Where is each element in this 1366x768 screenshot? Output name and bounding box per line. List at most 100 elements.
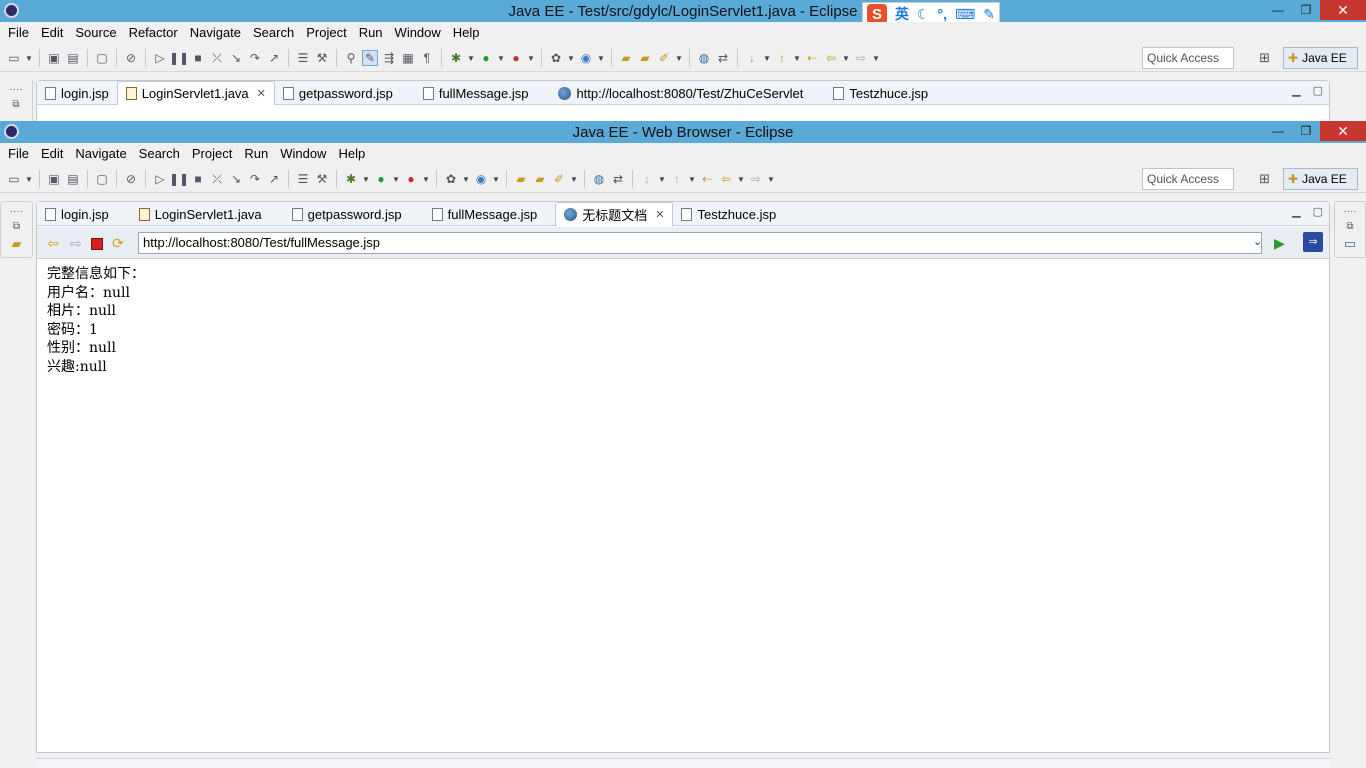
forward-icon[interactable]: ⇨ <box>853 50 869 66</box>
stop-icon[interactable] <box>91 237 103 250</box>
run-icon[interactable]: ● <box>478 50 494 66</box>
forward-icon[interactable]: ⇨ <box>748 171 764 187</box>
suspend-icon[interactable]: ❚❚ <box>169 50 189 66</box>
dropdown-icon[interactable]: ▼ <box>793 54 801 63</box>
step-return-icon[interactable]: ↗ <box>266 50 282 66</box>
menu-window[interactable]: Window <box>274 146 332 161</box>
resume-icon[interactable]: ▷ <box>152 50 168 66</box>
back-icon[interactable]: ⇦ <box>718 171 734 187</box>
tab-fullmessage-jsp[interactable]: fullMessage.jsp <box>415 81 537 105</box>
skip-breakpoints-icon[interactable]: ⊘ <box>123 171 139 187</box>
drag-handle-icon[interactable]: ···· <box>1335 206 1365 217</box>
last-edit-icon[interactable]: ⇠ <box>804 50 820 66</box>
prev-annotation-icon[interactable]: ↑ <box>669 171 685 187</box>
refresh-icon[interactable]: ⟳ <box>110 235 126 252</box>
terminate-icon[interactable]: ■ <box>190 50 206 66</box>
minimize-icon[interactable]: ▁ <box>1292 84 1300 97</box>
menu-window[interactable]: Window <box>389 25 447 40</box>
tab-login-jsp[interactable]: login.jsp <box>37 81 117 105</box>
prev-annotation-icon[interactable]: ↑ <box>774 50 790 66</box>
maximize-icon[interactable]: ▢ <box>1313 84 1323 97</box>
dropdown-icon[interactable]: ▼ <box>362 175 370 184</box>
dropdown-icon[interactable]: ▼ <box>527 54 535 63</box>
step-over-icon[interactable]: ↷ <box>247 50 263 66</box>
drag-handle-icon[interactable]: ···· <box>1 206 32 217</box>
url-input[interactable]: http://localhost:8080/Test/fullMessage.j… <box>138 232 1262 254</box>
back-arrow-icon[interactable]: ⇦ <box>45 235 61 252</box>
suspend-icon[interactable]: ❚❚ <box>169 171 189 187</box>
resume-icon[interactable]: ▷ <box>152 171 168 187</box>
skip-breakpoints-icon[interactable]: ⊘ <box>123 50 139 66</box>
menu-project[interactable]: Project <box>300 25 352 40</box>
next-annotation-icon[interactable]: ↓ <box>744 50 760 66</box>
restore-icon[interactable]: ⧉ <box>1 221 32 232</box>
dropdown-icon[interactable]: ▼ <box>570 175 578 184</box>
save-all-icon[interactable]: ▤ <box>65 171 81 187</box>
mark-occurrences-icon[interactable]: ⇶ <box>381 50 397 66</box>
menu-search[interactable]: Search <box>133 146 186 161</box>
menu-run[interactable]: Run <box>238 146 274 161</box>
perspective-java-ee[interactable]: ✚ Java EE <box>1283 47 1358 69</box>
tab-getpassword-jsp[interactable]: getpassword.jsp <box>275 81 401 105</box>
globe-icon[interactable]: ◍ <box>696 50 712 66</box>
tab-untitled-document[interactable]: 无标题文档 ✕ <box>555 202 674 226</box>
debug-icon[interactable]: ✱ <box>343 171 359 187</box>
dropdown-icon[interactable]: ▼ <box>688 175 696 184</box>
dropdown-icon[interactable]: ▼ <box>25 54 33 63</box>
step-into-icon[interactable]: ↘ <box>228 171 244 187</box>
dropdown-icon[interactable]: ▼ <box>597 54 605 63</box>
tab-fullmessage-jsp[interactable]: fullMessage.jsp <box>424 202 546 226</box>
forward-arrow-icon[interactable]: ⇨ <box>68 235 84 252</box>
dropdown-icon[interactable]: ▼ <box>842 54 850 63</box>
maximize-button[interactable]: ❐ <box>1292 121 1320 141</box>
tab-testzhuce-jsp[interactable]: Testzhuce.jsp <box>825 81 936 105</box>
wrench-icon[interactable]: ✎ <box>983 6 995 23</box>
restore-icon[interactable]: ⧉ <box>1335 221 1365 232</box>
menu-refactor[interactable]: Refactor <box>123 25 184 40</box>
punctuation-icon[interactable]: °, <box>938 6 948 22</box>
menu-project[interactable]: Project <box>186 146 238 161</box>
new-icon[interactable]: ▭ <box>6 50 22 66</box>
open-resource-icon[interactable]: ▰ <box>637 50 653 66</box>
external-tools-icon[interactable]: ⇄ <box>610 171 626 187</box>
open-perspective-icon[interactable]: ⊞ <box>1259 50 1270 66</box>
step-return-icon[interactable]: ↗ <box>266 171 282 187</box>
step-over-icon[interactable]: ↷ <box>247 171 263 187</box>
outline-view-icon[interactable]: ▭ <box>1335 236 1365 252</box>
save-all-icon[interactable]: ▤ <box>65 50 81 66</box>
run-icon[interactable]: ● <box>373 171 389 187</box>
servers-icon[interactable]: ☰ <box>295 50 311 66</box>
new-web-icon[interactable]: ✿ <box>443 171 459 187</box>
menu-edit[interactable]: Edit <box>35 146 69 161</box>
back-icon[interactable]: ⇦ <box>823 50 839 66</box>
tab-testzhuce-jsp[interactable]: Testzhuce.jsp <box>673 202 784 226</box>
drag-handle-icon[interactable]: ···· <box>0 84 32 95</box>
dropdown-icon[interactable]: ▼ <box>567 54 575 63</box>
console-icon[interactable]: ▢ <box>94 50 110 66</box>
eclipse-nav-icon[interactable]: ⇒ <box>1303 232 1323 252</box>
chevron-down-icon[interactable]: ⌄ <box>1253 235 1262 248</box>
tab-zhuceservlet-url[interactable]: http://localhost:8080/Test/ZhuCeServlet <box>550 81 811 105</box>
open-type-icon[interactable]: ▰ <box>513 171 529 187</box>
menu-help[interactable]: Help <box>447 25 486 40</box>
maximize-icon[interactable]: ▢ <box>1313 205 1323 218</box>
new-class-icon[interactable]: ◉ <box>578 50 594 66</box>
dropdown-icon[interactable]: ▼ <box>497 54 505 63</box>
globe-icon[interactable]: ◍ <box>591 171 607 187</box>
terminate-icon[interactable]: ■ <box>190 171 206 187</box>
next-annotation-icon[interactable]: ↓ <box>639 171 655 187</box>
dropdown-icon[interactable]: ▼ <box>767 175 775 184</box>
quick-access-input[interactable]: Quick Access <box>1142 168 1234 190</box>
disconnect-icon[interactable]: ⤫ <box>209 50 225 66</box>
quick-access-input[interactable]: Quick Access <box>1142 47 1234 69</box>
close-tab-icon[interactable]: ✕ <box>655 208 664 221</box>
search-icon[interactable]: ⚲ <box>343 50 359 66</box>
minimize-button[interactable]: — <box>1264 0 1292 20</box>
block-selection-icon[interactable]: ▦ <box>400 50 416 66</box>
publish-icon[interactable]: ⚒ <box>314 50 330 66</box>
open-type-icon[interactable]: ▰ <box>618 50 634 66</box>
minimize-icon[interactable]: ▁ <box>1292 205 1300 218</box>
close-button[interactable]: ✕ <box>1320 121 1366 141</box>
menu-file[interactable]: File <box>2 146 35 161</box>
console-icon[interactable]: ▢ <box>94 171 110 187</box>
